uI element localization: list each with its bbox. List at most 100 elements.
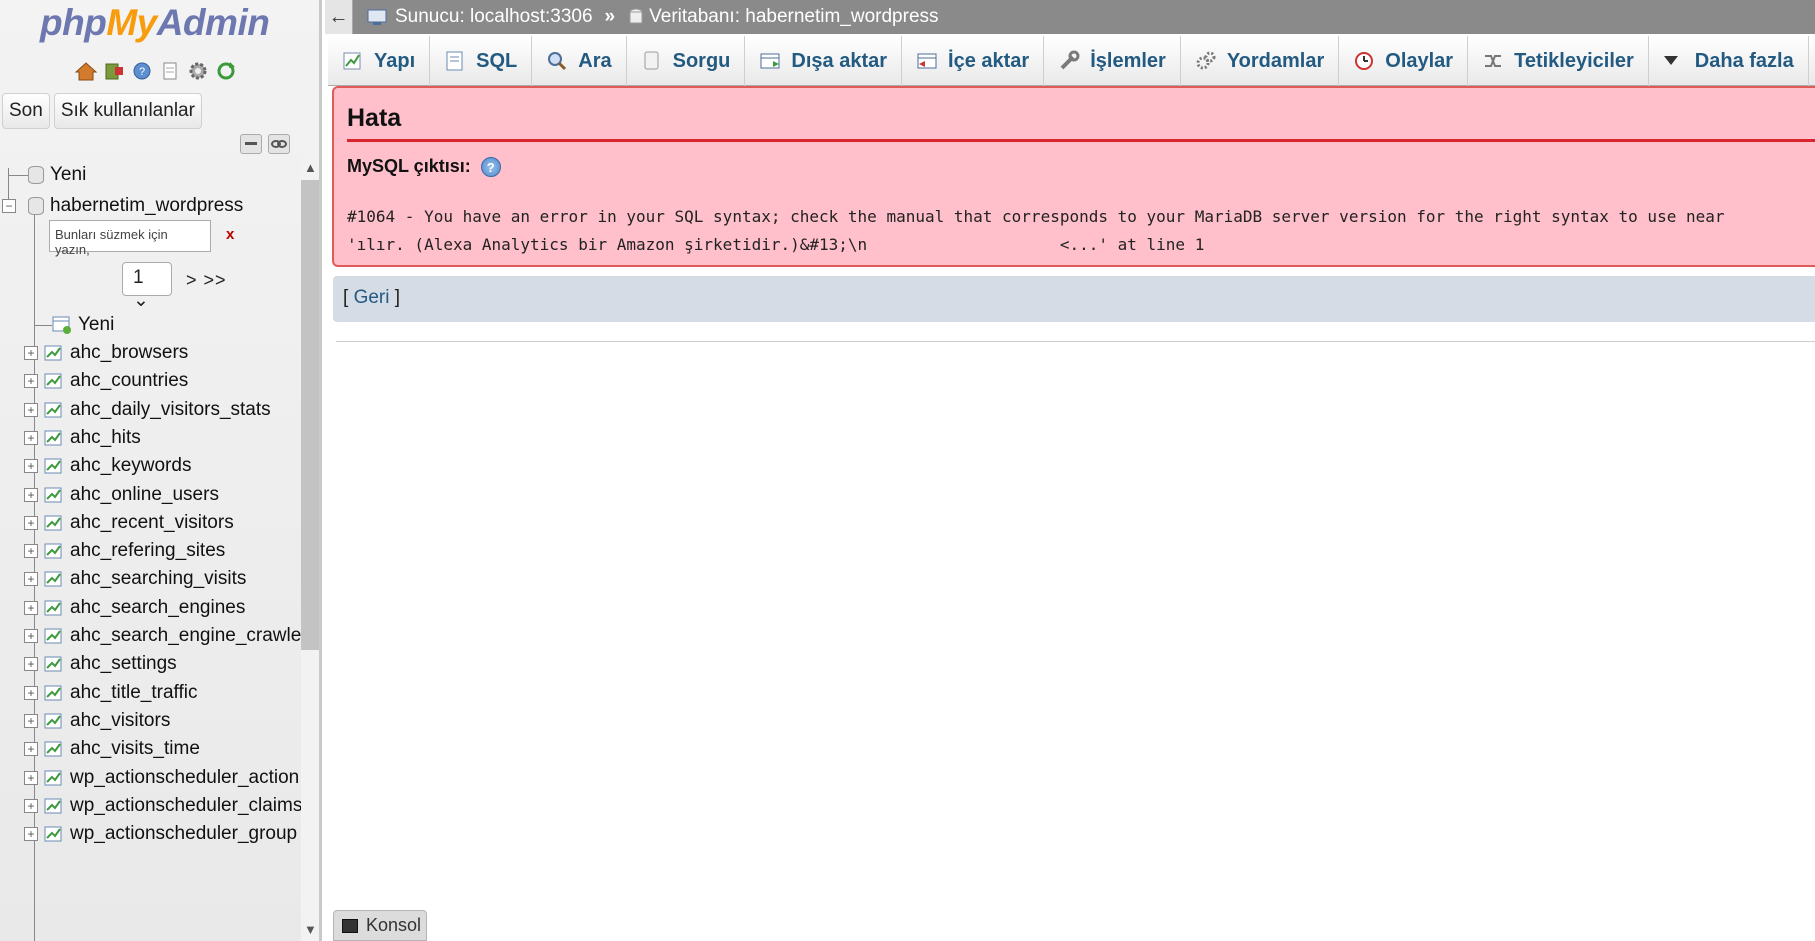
expand-icon[interactable]: + <box>24 685 38 700</box>
reload-icon[interactable] <box>214 60 238 82</box>
expand-icon[interactable]: + <box>24 430 38 445</box>
breadcrumb-database[interactable]: Veritabanı: habernetim_wordpress <box>629 6 939 28</box>
tab-olaylar[interactable]: Olaylar <box>1339 36 1469 86</box>
structure-icon <box>342 50 364 72</box>
home-icon[interactable] <box>74 60 98 82</box>
tab-sql[interactable]: SQL <box>430 36 533 86</box>
triangle-down-icon <box>1663 50 1685 72</box>
tab-i̇şlemler[interactable]: İşlemler <box>1044 36 1181 86</box>
table-filter-input[interactable]: Bunları süzmek için yazın, <box>49 220 211 257</box>
tree-database-node[interactable]: − habernetim_wordpress <box>2 191 243 221</box>
tree-table-item[interactable]: + ahc_online_users <box>24 480 219 510</box>
scrollbar-thumb[interactable] <box>301 180 319 650</box>
tree-table-item[interactable]: + ahc_recent_visitors <box>24 508 234 538</box>
tree-table-item[interactable]: + ahc_settings <box>24 649 177 679</box>
collapse-icon[interactable]: − <box>2 199 16 213</box>
page-select[interactable]: 1 ⌄ <box>122 262 172 311</box>
table-icon <box>44 514 64 532</box>
table-icon <box>44 599 64 617</box>
table-icon <box>44 769 64 787</box>
triggers-icon <box>1482 50 1504 72</box>
tree-table-item[interactable]: + ahc_search_engine_crawle <box>24 621 301 651</box>
table-icon <box>44 401 64 419</box>
expand-icon[interactable]: + <box>24 629 38 643</box>
tab-daha-fazla[interactable]: Daha fazla <box>1649 36 1809 86</box>
console-button[interactable]: Konsol <box>333 910 427 941</box>
tree-table-item[interactable]: + ahc_daily_visitors_stats <box>24 395 271 425</box>
favorite-tables-button[interactable]: Sık kullanılanlar <box>53 93 202 129</box>
table-icon <box>44 372 64 390</box>
expand-icon[interactable]: + <box>24 798 38 813</box>
tree-table-item[interactable]: + ahc_hits <box>24 423 141 453</box>
tab-dışa-aktar[interactable]: Dışa aktar <box>745 36 903 86</box>
mysql-output-label: MySQL çıktısı: ? <box>347 156 1815 177</box>
expand-icon[interactable]: + <box>24 572 38 587</box>
help-icon[interactable]: ? <box>480 156 501 177</box>
sidebar-scrollbar[interactable]: ▲ ▼ <box>301 158 319 941</box>
collapse-all-icon[interactable] <box>240 134 262 154</box>
table-icon <box>44 684 64 702</box>
svg-text:?: ? <box>139 66 145 78</box>
expand-icon[interactable]: + <box>24 487 38 502</box>
expand-icon[interactable]: + <box>24 827 38 842</box>
back-arrow-icon[interactable]: ← <box>325 0 353 34</box>
expand-icon[interactable]: + <box>24 402 38 417</box>
expand-icon[interactable]: + <box>24 742 38 757</box>
tree-table-item[interactable]: + ahc_visitors <box>24 706 170 736</box>
tree-table-item[interactable]: + wp_actionscheduler_group <box>24 819 297 849</box>
tree-table-item[interactable]: + wp_actionscheduler_action <box>24 763 299 793</box>
expand-icon[interactable]: + <box>24 657 38 672</box>
next-page-link[interactable]: > >> <box>186 270 227 291</box>
export-icon <box>759 50 781 72</box>
expand-icon[interactable]: + <box>24 374 38 389</box>
wrench-icon <box>1058 50 1080 72</box>
back-link[interactable]: Geri <box>354 287 390 308</box>
table-icon <box>44 825 64 843</box>
breadcrumb-separator: » <box>604 6 616 27</box>
expand-icon[interactable]: + <box>24 713 38 728</box>
tree-table-item[interactable]: + ahc_browsers <box>24 338 188 368</box>
expand-icon[interactable]: + <box>24 544 38 559</box>
expand-icon[interactable]: + <box>24 515 38 530</box>
tree-table-item[interactable]: + ahc_visits_time <box>24 734 200 764</box>
tab-sorgu[interactable]: Sorgu <box>627 36 746 86</box>
tree-table-item[interactable]: + ahc_searching_visits <box>24 564 246 594</box>
tree-new-table[interactable]: Yeni <box>34 310 114 340</box>
tree-table-item[interactable]: + ahc_title_traffic <box>24 678 197 708</box>
help-icon[interactable]: ? <box>130 60 154 82</box>
table-icon <box>44 570 64 588</box>
scroll-up-icon[interactable]: ▲ <box>304 160 317 175</box>
tab-ara[interactable]: Ara <box>532 36 627 86</box>
scroll-down-icon[interactable]: ▼ <box>304 922 317 937</box>
query-icon <box>641 50 663 72</box>
tree-new-database[interactable]: Yeni <box>8 160 86 190</box>
tab-tetikleyiciler[interactable]: Tetikleyiciler <box>1468 36 1649 86</box>
breadcrumb-server[interactable]: Sunucu: localhost:3306 <box>367 6 593 28</box>
breadcrumb-bar: ← Sunucu: localhost:3306 » Veritabanı: h… <box>325 0 1815 34</box>
expand-icon[interactable]: + <box>24 600 38 615</box>
tree-table-item[interactable]: + ahc_keywords <box>24 451 191 481</box>
tab-i̇çe-aktar[interactable]: İçe aktar <box>902 36 1045 86</box>
clear-filter-button[interactable]: x <box>226 226 234 243</box>
new-database-icon <box>28 166 44 184</box>
expand-icon[interactable]: + <box>24 346 38 360</box>
tree-table-item[interactable]: + wp_actionscheduler_claims <box>24 791 302 821</box>
docs-icon[interactable] <box>158 60 182 82</box>
settings-icon[interactable] <box>186 60 210 82</box>
tree-table-item[interactable]: + ahc_refering_sites <box>24 536 225 566</box>
link-with-main-icon[interactable] <box>268 134 290 154</box>
recent-tables-button[interactable]: Son <box>2 93 50 129</box>
table-icon <box>44 486 64 504</box>
tree-table-item[interactable]: + ahc_countries <box>24 366 188 396</box>
expand-icon[interactable]: + <box>24 459 38 474</box>
database-tabs: Yapı SQL Ara Sorgu Dışa aktar İçe aktar İşleml… <box>328 36 1815 86</box>
tab-yordamlar[interactable]: Yordamlar <box>1181 36 1340 86</box>
expand-icon[interactable]: + <box>24 770 38 785</box>
phpmyadmin-logo[interactable]: phpMyAdmin <box>40 2 270 44</box>
quick-icons: ? <box>74 60 238 82</box>
tab-yapı[interactable]: Yapı <box>328 36 431 86</box>
table-icon <box>44 429 64 447</box>
exit-icon[interactable] <box>102 60 126 82</box>
table-icon <box>44 542 64 560</box>
tree-table-item[interactable]: + ahc_search_engines <box>24 593 245 623</box>
